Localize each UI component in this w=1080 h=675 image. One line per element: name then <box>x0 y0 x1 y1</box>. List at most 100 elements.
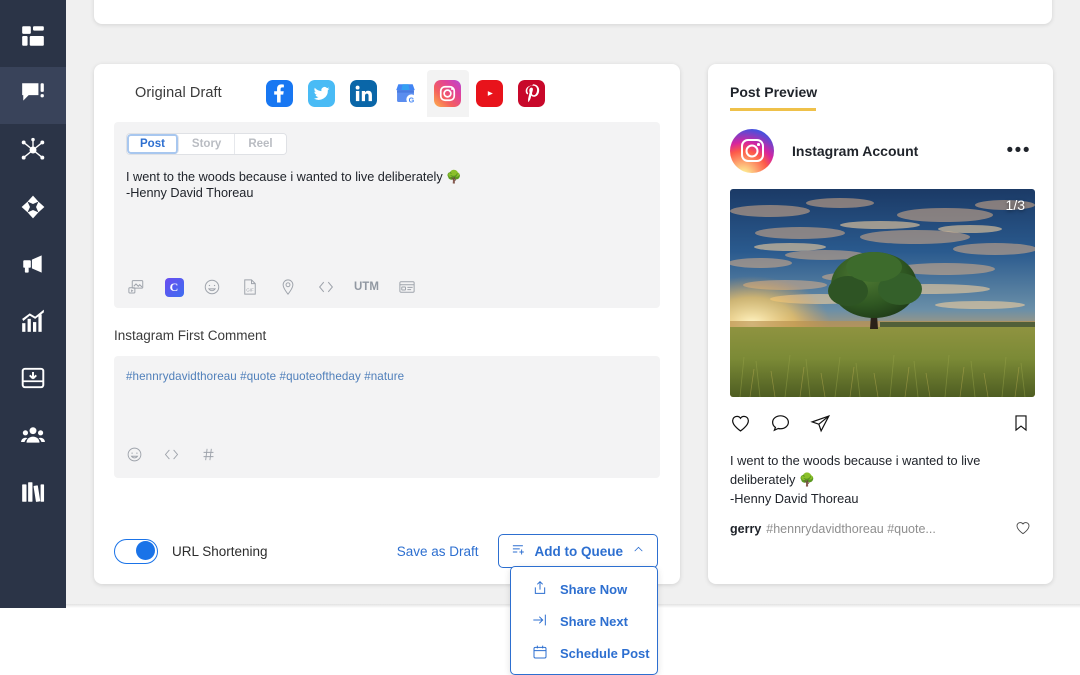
url-shortening-toggle[interactable] <box>114 538 158 564</box>
top-toolbar-card <box>94 0 1052 24</box>
preview-title-wrap: Post Preview <box>730 84 1031 111</box>
network-tabs: G <box>259 69 553 117</box>
engage-messages-icon <box>20 80 46 111</box>
svg-text:G: G <box>409 96 415 104</box>
toggle-knob <box>136 541 155 560</box>
network-tab-youtube[interactable] <box>469 70 511 117</box>
add-to-queue-button[interactable]: Add to Queue <box>497 534 658 568</box>
chevron-up-icon <box>632 543 645 559</box>
preview-title: Post Preview <box>730 84 818 100</box>
network-tab-google-business[interactable]: G <box>385 70 427 117</box>
emoji-icon[interactable] <box>202 277 222 297</box>
sidebar-item-network[interactable] <box>0 124 66 181</box>
dashboard-icon <box>20 23 46 54</box>
preview-more-options[interactable]: ••• <box>1007 141 1031 160</box>
network-tab-instagram[interactable] <box>426 69 469 117</box>
post-text-content[interactable]: I went to the woods because i wanted to … <box>126 169 648 201</box>
sidebar-item-inbox[interactable] <box>0 352 66 409</box>
comment-bubble-icon[interactable] <box>770 413 791 439</box>
preview-account-row: Instagram Account ••• <box>730 128 1031 173</box>
caption-line-1: I went to the woods because i wanted to … <box>730 452 981 468</box>
code-icon[interactable] <box>316 277 336 297</box>
network-tab-twitter[interactable] <box>301 70 343 117</box>
menu-item-label: Share Next <box>560 613 628 629</box>
preview-action-bar <box>730 413 1031 439</box>
composer-header: Original Draft G <box>94 64 680 122</box>
post-type-post[interactable]: Post <box>127 134 179 154</box>
menu-item-schedule-post[interactable]: Schedule Post <box>511 637 657 669</box>
comment-username: gerry <box>730 522 762 536</box>
sidebar-item-target[interactable] <box>0 181 66 238</box>
menu-item-label: Schedule Post <box>560 645 650 661</box>
queue-dropdown-menu: Share Now Share Next Schedule Post <box>510 566 658 675</box>
network-tab-linkedin[interactable] <box>343 70 385 117</box>
network-tab-pinterest[interactable] <box>511 70 553 117</box>
preview-account-name: Instagram Account <box>792 142 919 159</box>
library-books-icon <box>20 479 46 510</box>
preview-image: 1/3 <box>730 188 1035 397</box>
location-pin-icon[interactable] <box>278 277 298 297</box>
instagram-icon <box>434 79 462 107</box>
main-sidebar <box>0 0 66 608</box>
menu-item-label: Share Now <box>560 581 628 597</box>
svg-text:GIF: GIF <box>246 288 254 293</box>
like-heart-icon[interactable] <box>730 413 751 439</box>
post-editor[interactable]: Post Story Reel I went to the woods beca… <box>114 122 660 308</box>
first-comment-input[interactable]: #hennrydavidthoreau #quote #quoteoftheda… <box>114 356 660 478</box>
media-image-icon[interactable] <box>126 277 146 297</box>
comment-like-heart-icon[interactable] <box>1015 520 1031 539</box>
avatar <box>730 128 774 173</box>
save-as-draft-button[interactable]: Save as Draft <box>397 544 479 559</box>
post-text-line2: -Henny David Thoreau <box>126 186 254 200</box>
post-text-line1: I went to the woods because i wanted to … <box>126 170 447 184</box>
hashtag-icon[interactable] <box>200 446 217 468</box>
emoji-icon[interactable] <box>126 446 143 468</box>
image-counter-badge: 1/3 <box>1005 196 1025 213</box>
preview-title-underline <box>730 108 816 111</box>
menu-item-share-next[interactable]: Share Next <box>511 605 657 637</box>
composer-card: Original Draft G Post Story Reel I went … <box>94 64 680 584</box>
gif-icon[interactable]: GIF <box>240 277 260 297</box>
sidebar-item-team[interactable] <box>0 409 66 466</box>
sidebar-item-dashboard[interactable] <box>0 10 66 67</box>
share-paperplane-icon[interactable] <box>810 413 831 439</box>
card-icon[interactable] <box>397 277 417 297</box>
megaphone-icon <box>20 251 46 282</box>
arrow-right-bar-icon <box>532 612 548 631</box>
bookmark-icon[interactable] <box>1011 413 1031 438</box>
url-shortening-label: URL Shortening <box>172 543 268 559</box>
utm-icon[interactable]: UTM <box>354 277 379 297</box>
sidebar-item-campaigns[interactable] <box>0 238 66 295</box>
tree-emoji: 🌳 <box>799 471 815 487</box>
post-type-story[interactable]: Story <box>178 134 236 154</box>
share-upload-icon <box>532 580 548 599</box>
queue-list-icon <box>511 542 526 560</box>
menu-item-share-now[interactable]: Share Now <box>511 573 657 605</box>
first-comment-toolbar <box>126 446 217 468</box>
pinterest-icon <box>518 79 546 107</box>
editor-toolbar: C GIF UTM <box>126 277 417 297</box>
inbox-download-icon <box>20 365 46 396</box>
post-type-segmented-control: Post Story Reel <box>126 133 287 155</box>
caption-line-2: deliberately <box>730 471 800 487</box>
post-type-reel[interactable]: Reel <box>235 134 286 154</box>
target-icon <box>20 194 46 225</box>
calendar-icon <box>532 644 548 663</box>
code-icon[interactable] <box>163 446 180 468</box>
sidebar-item-library[interactable] <box>0 466 66 523</box>
first-comment-text: #hennrydavidthoreau #quote #quoteoftheda… <box>126 370 405 383</box>
add-to-queue-label: Add to Queue <box>534 543 624 559</box>
instagram-glyph-icon <box>740 139 764 162</box>
twitter-icon <box>308 79 336 107</box>
sidebar-item-engage[interactable] <box>0 67 66 124</box>
preview-caption: I went to the woods because i wanted to … <box>730 451 1031 508</box>
canva-icon[interactable]: C <box>164 277 184 297</box>
analytics-chart-icon <box>20 308 46 339</box>
google-business-icon: G <box>396 83 417 104</box>
network-icon <box>20 137 46 168</box>
network-tab-facebook[interactable] <box>259 70 301 117</box>
preview-first-comment: gerry #hennrydavidthoreau #quote... <box>730 520 1031 539</box>
original-draft-label: Original Draft <box>135 85 222 101</box>
tree-emoji: 🌳 <box>446 170 462 184</box>
sidebar-item-analytics[interactable] <box>0 295 66 352</box>
